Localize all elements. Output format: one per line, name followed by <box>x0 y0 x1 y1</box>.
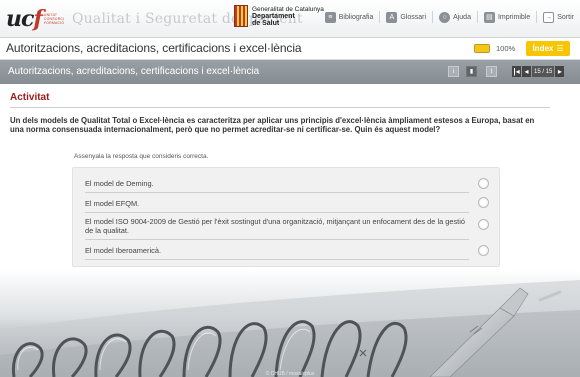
header-links: ≡ Bibliografia A Glossari ○ Ajuda ▤ Impr… <box>324 11 574 23</box>
section-bar: Autoritzacions, acreditacions, certifica… <box>0 60 580 84</box>
answer-radio-2[interactable] <box>478 197 489 208</box>
lifebuoy-icon: ○ <box>439 11 451 23</box>
photo-credit: © CHUB / mosaïcplus <box>265 371 315 377</box>
page-icon[interactable]: ▮ <box>466 66 477 77</box>
gencat-line1: Generalitat de Catalunya <box>252 5 324 13</box>
prev-page-icon[interactable]: ◂ <box>522 66 531 77</box>
gencat-line3: de Salut <box>252 19 280 27</box>
divider <box>85 259 469 260</box>
bibliography-link[interactable]: ≡ Bibliografia <box>324 11 373 23</box>
answer-option-2[interactable]: El model EFQM. <box>85 199 489 208</box>
notebook-illustration <box>0 270 580 377</box>
course-title: Autoritzacions, acreditacions, certifica… <box>6 41 302 55</box>
ucf-logo: ucf UNITAT CONSORCI FORMACIÓ <box>6 6 65 32</box>
glossary-icon: A <box>386 11 398 23</box>
text-icon[interactable]: t <box>486 66 497 77</box>
activity-content: Activitat Un dels models de Qualitat Tot… <box>10 92 570 134</box>
answer-option-4[interactable]: El model Iberoamericà. <box>85 246 489 255</box>
exit-icon: → <box>543 11 555 23</box>
logo-subtext: UNITAT CONSORCI FORMACIÓ <box>43 13 65 25</box>
book-icon: ≡ <box>324 11 336 23</box>
page-indicator: 15 / 15 <box>532 66 555 77</box>
info-icon[interactable]: i <box>448 66 459 77</box>
divider <box>10 107 550 108</box>
answer-option-1[interactable]: El model de Deming. <box>85 179 489 188</box>
senyera-icon <box>234 5 248 27</box>
help-link[interactable]: ○ Ajuda <box>439 11 471 23</box>
printer-icon: ▤ <box>483 11 495 23</box>
divider <box>432 11 434 23</box>
top-header: ucf UNITAT CONSORCI FORMACIÓ Qualitat i … <box>0 0 580 38</box>
divider <box>379 11 381 23</box>
divider <box>85 192 469 193</box>
answer-radio-4[interactable] <box>478 245 489 256</box>
next-page-icon[interactable]: ▸ <box>555 66 565 77</box>
answer-radio-1[interactable] <box>478 178 489 189</box>
progress-bar <box>474 44 490 53</box>
first-page-icon[interactable]: |◂ <box>512 66 521 77</box>
question-text: Un dels models de Qualitat Total o Excel… <box>10 116 535 135</box>
section-title: Autoritzacions, acreditacions, certifica… <box>8 66 260 77</box>
instruction-text: Assenyala la resposta que consideris cor… <box>74 153 209 160</box>
course-bar: Autoritzacions, acreditacions, certifica… <box>0 38 580 60</box>
divider <box>85 212 469 213</box>
answer-option-3[interactable]: El model ISO 9004-2009 de Gestió per l'è… <box>85 217 465 235</box>
glossary-link[interactable]: A Glossari <box>386 11 426 23</box>
answer-list: El model de Deming. El model EFQM. El mo… <box>72 167 500 267</box>
progress-label: 100% <box>496 44 516 53</box>
exit-link[interactable]: → Sortir <box>543 11 574 23</box>
divider <box>85 239 469 240</box>
logo-text: ucf <box>6 6 43 32</box>
gencat-line2: Departament <box>252 12 295 20</box>
print-link[interactable]: ▤ Imprimible <box>483 11 530 23</box>
gencat-logo: Generalitat de Catalunya Departament de … <box>234 5 324 27</box>
index-button[interactable]: Índex ☰ <box>526 41 570 56</box>
activity-title: Activitat <box>10 92 50 103</box>
divider <box>536 11 538 23</box>
progress-fill <box>475 45 489 52</box>
list-icon: ☰ <box>556 44 564 53</box>
answer-radio-3[interactable] <box>478 219 489 230</box>
pager: |◂ ◂ 15 / 15 ▸ <box>512 66 565 77</box>
divider <box>476 11 478 23</box>
decorative-notebook-photo <box>0 270 580 377</box>
